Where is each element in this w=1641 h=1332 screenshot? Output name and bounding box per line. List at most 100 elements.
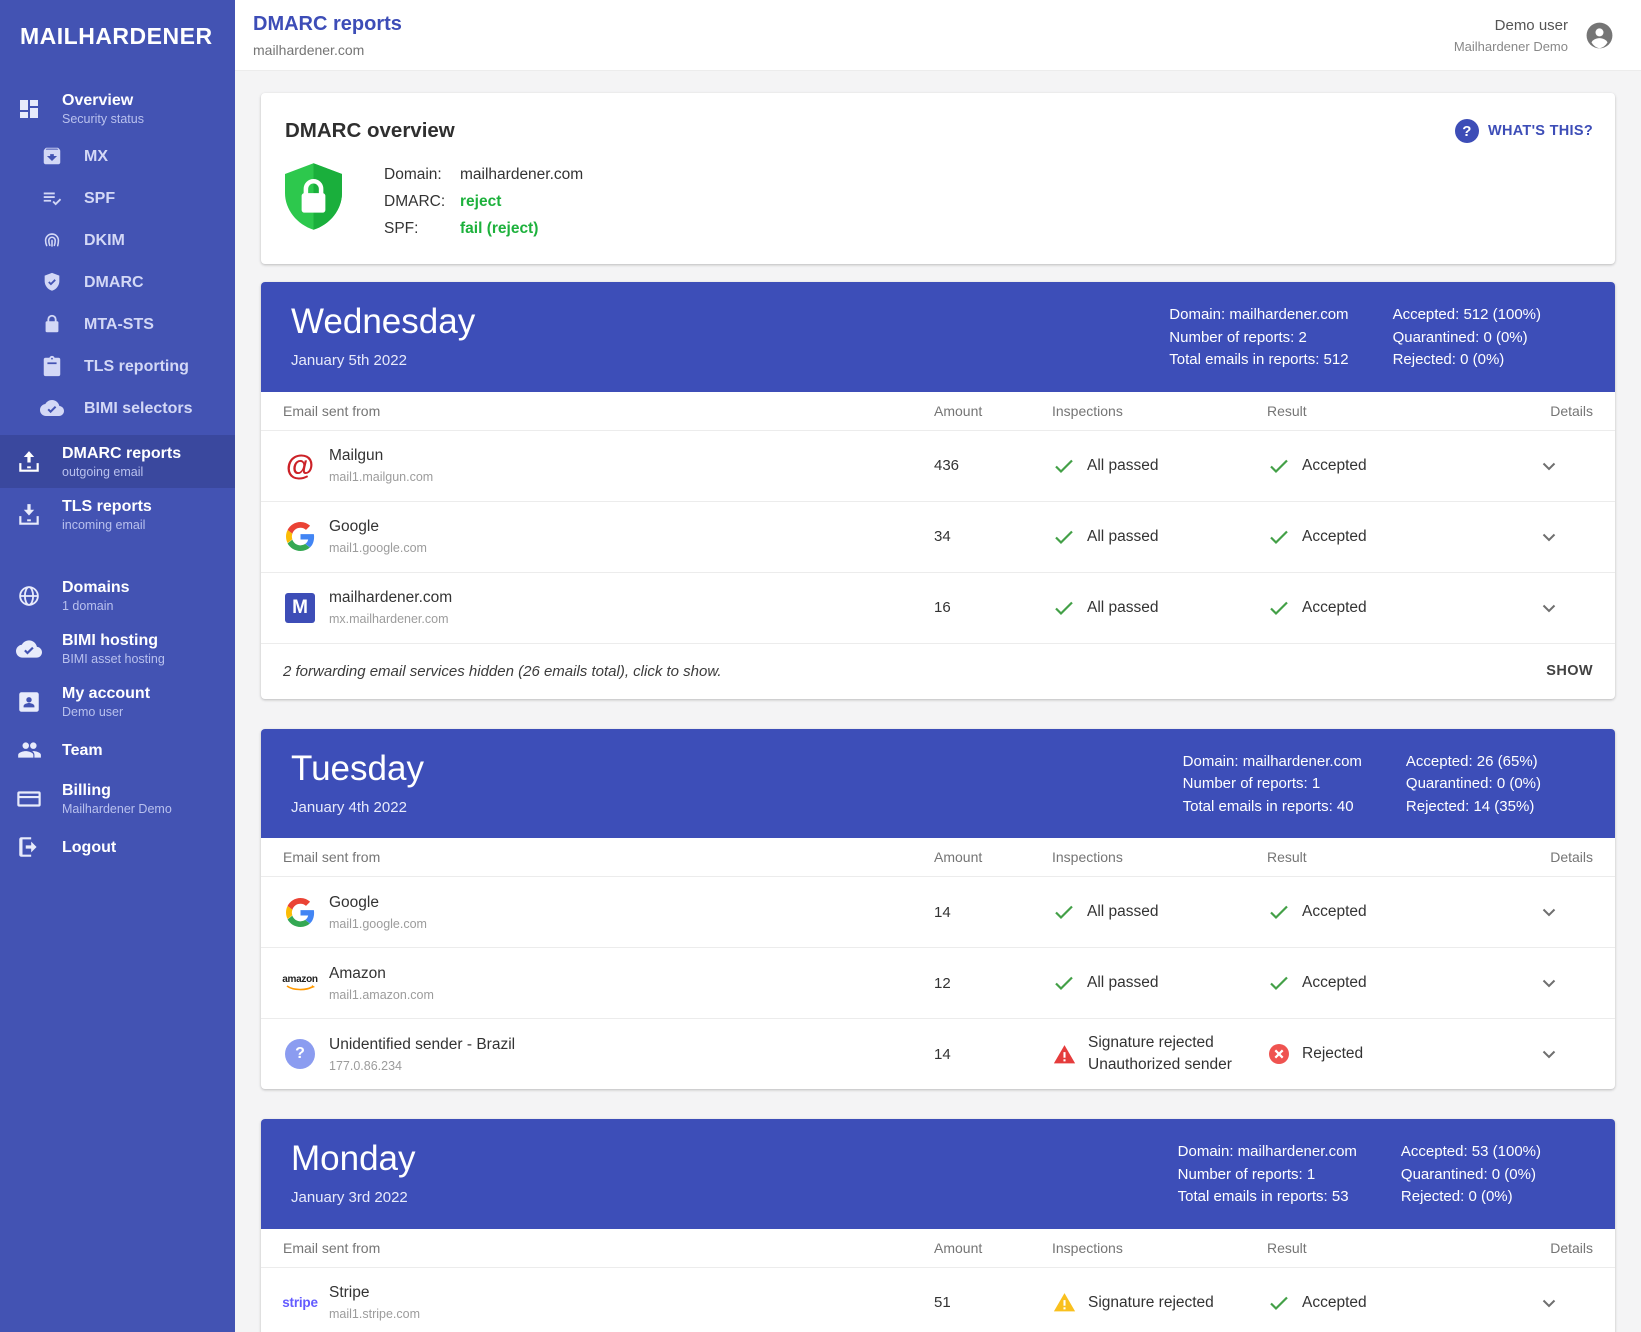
sidebar-item-sublabel: 1 domain xyxy=(62,599,130,613)
row-details-toggle[interactable] xyxy=(1505,1291,1593,1315)
check-icon xyxy=(1052,900,1076,924)
sidebar-item-dmarc-reports[interactable]: DMARC reports outgoing email xyxy=(0,435,235,488)
stat-quarantined: Quarantined: 0 (0%) xyxy=(1393,327,1541,350)
sidebar-item-label: MX xyxy=(84,147,108,166)
unknown-sender-icon: ? xyxy=(283,1039,317,1069)
sidebar-item-label: TLS reports xyxy=(62,497,152,516)
check-icon xyxy=(1267,971,1291,995)
row-details-toggle[interactable] xyxy=(1505,971,1593,995)
amount-value: 12 xyxy=(934,975,1052,992)
account-badge-icon xyxy=(16,689,42,715)
result-text: Accepted xyxy=(1302,528,1367,546)
table-row: @ Mailgun mail1.mailgun.com 436 All pass… xyxy=(261,430,1615,501)
column-details: Details xyxy=(1505,1240,1593,1256)
sender-domain: 177.0.86.234 xyxy=(329,1059,515,1073)
row-details-toggle[interactable] xyxy=(1505,525,1593,549)
stat-accepted: Accepted: 512 (100%) xyxy=(1393,304,1541,327)
chevron-down-icon[interactable] xyxy=(1537,454,1561,478)
sidebar-item-sublabel: Demo user xyxy=(62,705,150,719)
row-details-toggle[interactable] xyxy=(1505,454,1593,478)
sender-name: Stripe xyxy=(329,1284,420,1302)
stat-domain: Domain: mailhardener.com xyxy=(1169,304,1348,327)
sender-name: Amazon xyxy=(329,965,434,983)
day-title: Tuesday xyxy=(291,749,424,789)
chevron-down-icon[interactable] xyxy=(1537,525,1561,549)
sidebar-item-tls-reporting[interactable]: TLS reporting xyxy=(0,345,235,387)
sidebar-item-domains[interactable]: Domains 1 domain xyxy=(0,569,235,622)
column-inspections: Inspections xyxy=(1052,1240,1267,1256)
chevron-down-icon[interactable] xyxy=(1537,1291,1561,1315)
day-title: Monday xyxy=(291,1139,416,1179)
table-row: amazon Amazon mail1.amazon.com 12 All pa… xyxy=(261,947,1615,1018)
google-icon xyxy=(283,522,317,551)
sidebar-item-bimi-hosting[interactable]: BIMI hosting BIMI asset hosting xyxy=(0,622,235,675)
day-date: January 4th 2022 xyxy=(291,799,424,816)
hidden-services-row[interactable]: 2 forwarding email services hidden (26 e… xyxy=(261,643,1615,699)
sidebar-item-bimi-selectors[interactable]: BIMI selectors xyxy=(0,387,235,429)
show-button[interactable]: SHOW xyxy=(1546,663,1593,679)
sender-domain: mx.mailhardener.com xyxy=(329,612,452,626)
sidebar-item-dmarc[interactable]: DMARC xyxy=(0,261,235,303)
sidebar-item-team[interactable]: Team xyxy=(0,728,235,772)
chevron-down-icon[interactable] xyxy=(1537,971,1561,995)
google-icon xyxy=(283,898,317,927)
sidebar-item-billing[interactable]: Billing Mailhardener Demo xyxy=(0,772,235,825)
sender-name: Google xyxy=(329,518,427,536)
page-subtitle: mailhardener.com xyxy=(253,42,402,58)
chevron-down-icon[interactable] xyxy=(1537,900,1561,924)
sidebar-item-mx[interactable]: MX xyxy=(0,135,235,177)
overview-title: DMARC overview xyxy=(285,119,1591,143)
column-amount: Amount xyxy=(934,403,1052,419)
table-row: stripe Stripe mail1.stripe.com 51 Signat… xyxy=(261,1267,1615,1332)
day-title: Wednesday xyxy=(291,302,475,342)
day-date: January 3rd 2022 xyxy=(291,1189,416,1206)
column-result: Result xyxy=(1267,1240,1505,1256)
logout-button[interactable]: Logout xyxy=(0,825,235,869)
stat-rejected: Rejected: 0 (0%) xyxy=(1393,349,1541,372)
table-row: M mailhardener.com mx.mailhardener.com 1… xyxy=(261,572,1615,643)
column-result: Result xyxy=(1267,849,1505,865)
chevron-down-icon[interactable] xyxy=(1537,596,1561,620)
sidebar-item-overview[interactable]: Overview Security status xyxy=(0,82,235,135)
dmarc-label: DMARC: xyxy=(384,193,460,211)
check-icon xyxy=(1052,454,1076,478)
row-details-toggle[interactable] xyxy=(1505,596,1593,620)
check-icon xyxy=(1267,454,1291,478)
sidebar-item-mta-sts[interactable]: MTA-STS xyxy=(0,303,235,345)
archive-icon xyxy=(40,144,64,168)
result-text: Accepted xyxy=(1302,903,1367,921)
mailhardener-icon: M xyxy=(283,593,317,623)
result-text: Rejected xyxy=(1302,1045,1363,1063)
dashboard-icon xyxy=(16,96,42,122)
inspection-text: Signature rejected xyxy=(1088,1294,1214,1312)
table-row: Google mail1.google.com 34 All passed Ac… xyxy=(261,501,1615,572)
sidebar-item-label: My account xyxy=(62,684,150,703)
day-card-monday: Monday January 3rd 2022 Domain: mailhard… xyxy=(261,1119,1615,1332)
sidebar-item-label: BIMI selectors xyxy=(84,399,192,418)
user-menu[interactable]: Demo user Mailhardener Demo xyxy=(1454,17,1615,54)
inbox-icon xyxy=(16,502,42,528)
sidebar-item-sublabel: Mailhardener Demo xyxy=(62,802,172,816)
result-text: Accepted xyxy=(1302,457,1367,475)
app-logo: MAILHARDENER xyxy=(0,0,235,60)
outbox-icon xyxy=(16,449,42,475)
column-sender: Email sent from xyxy=(283,1240,934,1256)
whats-this-link[interactable]: ? WHAT'S THIS? xyxy=(1455,119,1593,143)
stat-accepted: Accepted: 26 (65%) xyxy=(1406,751,1541,774)
stripe-icon: stripe xyxy=(283,1295,317,1310)
row-details-toggle[interactable] xyxy=(1505,900,1593,924)
table-row: Google mail1.google.com 14 All passed Ac… xyxy=(261,876,1615,947)
sidebar-item-dkim[interactable]: DKIM xyxy=(0,219,235,261)
top-bar: DMARC reports mailhardener.com Demo user… xyxy=(235,0,1641,71)
sender-domain: mail1.google.com xyxy=(329,541,427,555)
sidebar-item-spf[interactable]: SPF xyxy=(0,177,235,219)
sidebar-item-label: BIMI hosting xyxy=(62,631,165,650)
avatar-icon[interactable] xyxy=(1584,20,1615,51)
warning-icon xyxy=(1052,1042,1077,1067)
sidebar-item-tls-reports[interactable]: TLS reports incoming email xyxy=(0,488,235,541)
result-text: Accepted xyxy=(1302,599,1367,617)
sidebar-item-my-account[interactable]: My account Demo user xyxy=(0,675,235,728)
chevron-down-icon[interactable] xyxy=(1537,1042,1561,1066)
sidebar-item-label: TLS reporting xyxy=(84,357,189,376)
row-details-toggle[interactable] xyxy=(1505,1042,1593,1066)
